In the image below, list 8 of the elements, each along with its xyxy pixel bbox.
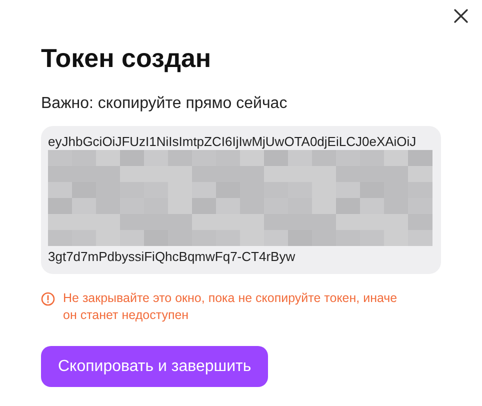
token-label: Важно: скопируйте прямо сейчас bbox=[41, 94, 288, 114]
token-text: eyJhbGciOiJFUzI1NiIsImtpZCI6IjIwMjUwOTA0djEiLCJ0eXAiOiJ bbox=[48, 133, 418, 150]
dialog-title: Токен создан bbox=[41, 42, 212, 74]
close-icon bbox=[454, 9, 468, 23]
token-text: 3gt7d7mPdbyssiFiQhcBqmwFq7-CT4rByw bbox=[48, 248, 296, 265]
copy-and-finish-button[interactable]: Скопировать и завершить bbox=[41, 346, 268, 387]
warning-text: Не закрывайте это окно, пока не скопируйте токен, иначе он станет недоступен bbox=[63, 290, 398, 324]
warning-icon bbox=[41, 292, 55, 306]
